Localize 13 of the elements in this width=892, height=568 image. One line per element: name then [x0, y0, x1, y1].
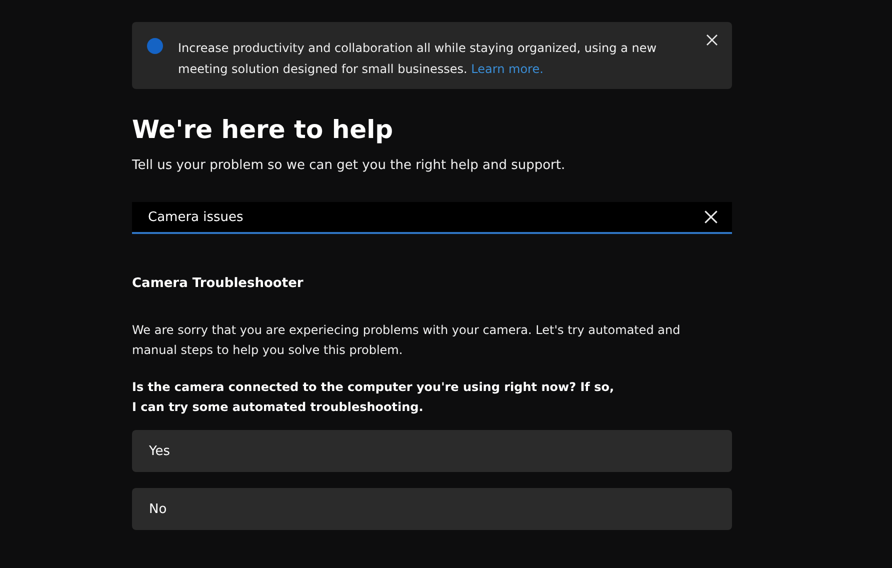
description-text: We are sorry that you are experiecing problems with your camera. Let's try automated and manual steps to help you solve this problem. [132, 322, 682, 359]
banner-message: Increase productivity and collaboration all while staying organized, using a new meeting solution designed for small businesses. Learn more. [178, 40, 658, 78]
section-title: Camera Troubleshooter [132, 275, 304, 293]
clear-button[interactable] [704, 210, 718, 224]
search-field[interactable]: Camera issues [132, 202, 732, 234]
answer-option[interactable]: Yes [132, 430, 732, 472]
info-icon [147, 38, 163, 54]
close-button[interactable] [704, 32, 720, 48]
question-text: Is the camera connected to the computer you're using right now? If so, I can try some automated troubleshooting. [132, 379, 616, 416]
learn-more-link[interactable]: Learn more. [471, 62, 544, 76]
page-subtitle: Tell us your problem so we can get you the right help and support. [132, 157, 566, 175]
answer-option[interactable]: No [132, 488, 732, 530]
page-heading: We're here to help [132, 115, 394, 145]
